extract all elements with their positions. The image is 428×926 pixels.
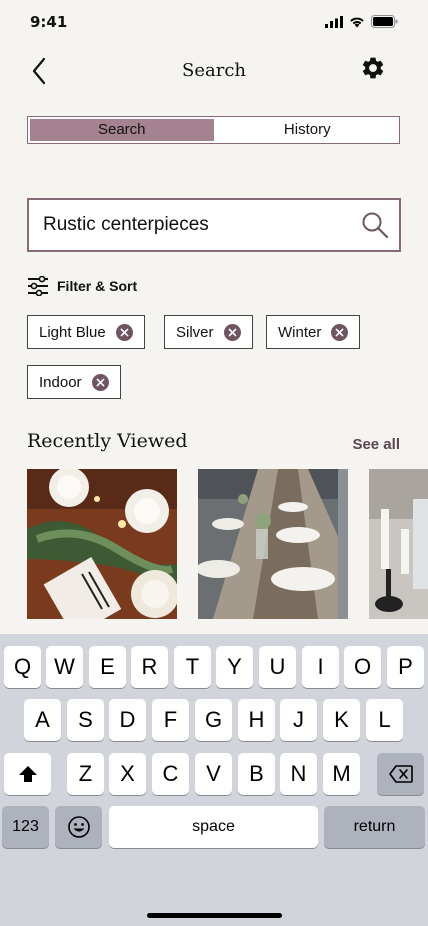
search-icon[interactable] bbox=[361, 211, 389, 239]
status-time: 9:41 bbox=[30, 13, 68, 31]
key-o[interactable]: O bbox=[344, 646, 381, 688]
chip-label: Silver bbox=[176, 323, 214, 341]
key-m[interactable]: M bbox=[323, 753, 360, 795]
key-u[interactable]: U bbox=[259, 646, 296, 688]
shift-icon bbox=[18, 766, 37, 782]
shift-key[interactable] bbox=[4, 753, 51, 795]
recently-viewed-heading: Recently Viewed bbox=[27, 430, 188, 452]
filter-chip-silver: Silver bbox=[164, 315, 253, 349]
wifi-icon bbox=[350, 17, 364, 27]
key-j[interactable]: J bbox=[280, 699, 317, 741]
key-w[interactable]: W bbox=[46, 646, 83, 688]
key-l[interactable]: L bbox=[366, 699, 403, 741]
close-circle-icon[interactable] bbox=[331, 323, 349, 341]
return-key[interactable]: return bbox=[324, 806, 425, 848]
key-s[interactable]: S bbox=[67, 699, 104, 741]
gear-icon[interactable] bbox=[360, 55, 386, 81]
key-k[interactable]: K bbox=[323, 699, 360, 741]
key-a[interactable]: A bbox=[24, 699, 61, 741]
segmented-control: Search History bbox=[27, 116, 400, 144]
recent-thumbnail[interactable] bbox=[369, 469, 428, 619]
tab-history[interactable]: History bbox=[216, 117, 400, 143]
close-circle-icon[interactable] bbox=[115, 323, 133, 341]
key-i[interactable]: I bbox=[302, 646, 339, 688]
key-e[interactable]: E bbox=[89, 646, 126, 688]
key-c[interactable]: C bbox=[152, 753, 189, 795]
filter-chip-light-blue: Light Blue bbox=[27, 315, 145, 349]
filter-chip-winter: Winter bbox=[266, 315, 361, 349]
close-circle-icon[interactable] bbox=[223, 323, 241, 341]
key-d[interactable]: D bbox=[109, 699, 146, 741]
key-p[interactable]: P bbox=[387, 646, 424, 688]
chip-label: Indoor bbox=[39, 373, 82, 391]
filter-chip-indoor: Indoor bbox=[27, 365, 121, 399]
chip-label: Winter bbox=[278, 323, 322, 341]
key-n[interactable]: N bbox=[280, 753, 317, 795]
backspace-icon bbox=[388, 765, 413, 783]
numbers-key[interactable]: 123 bbox=[2, 806, 49, 848]
recent-thumbnail[interactable] bbox=[27, 469, 177, 619]
battery-icon bbox=[371, 15, 398, 28]
candles-image bbox=[369, 469, 428, 619]
search-box bbox=[27, 198, 401, 252]
key-h[interactable]: H bbox=[238, 699, 275, 741]
close-circle-icon[interactable] bbox=[91, 373, 109, 391]
key-r[interactable]: R bbox=[131, 646, 168, 688]
key-v[interactable]: V bbox=[195, 753, 232, 795]
home-indicator bbox=[147, 913, 282, 918]
key-g[interactable]: G bbox=[195, 699, 232, 741]
filter-sliders-icon bbox=[28, 276, 48, 296]
key-b[interactable]: B bbox=[238, 753, 275, 795]
status-bar: 9:41 bbox=[0, 0, 428, 44]
key-q[interactable]: Q bbox=[4, 646, 41, 688]
on-screen-keyboard: Q W E R T Y U I O P A S D F G H J K L Z … bbox=[0, 634, 428, 926]
key-f[interactable]: F bbox=[152, 699, 189, 741]
emoji-icon bbox=[67, 816, 90, 838]
key-y[interactable]: Y bbox=[216, 646, 253, 688]
nav-header: Search bbox=[0, 48, 428, 92]
status-icons bbox=[325, 15, 398, 28]
table-setting-image bbox=[27, 469, 177, 619]
key-x[interactable]: X bbox=[109, 753, 146, 795]
chip-label: Light Blue bbox=[39, 323, 106, 341]
tab-search[interactable]: Search bbox=[30, 119, 214, 141]
see-all-link[interactable]: See all bbox=[352, 436, 400, 453]
emoji-key[interactable] bbox=[55, 806, 102, 848]
key-t[interactable]: T bbox=[174, 646, 211, 688]
filter-sort-label: Filter & Sort bbox=[57, 278, 138, 294]
search-input[interactable] bbox=[43, 212, 343, 238]
filter-sort-button[interactable]: Filter & Sort bbox=[27, 276, 137, 296]
space-key[interactable]: space bbox=[109, 806, 318, 848]
long-table-image bbox=[198, 469, 348, 619]
signal-icon bbox=[325, 15, 343, 28]
backspace-key[interactable] bbox=[377, 753, 424, 795]
recent-thumbnail[interactable] bbox=[198, 469, 348, 619]
key-z[interactable]: Z bbox=[67, 753, 104, 795]
